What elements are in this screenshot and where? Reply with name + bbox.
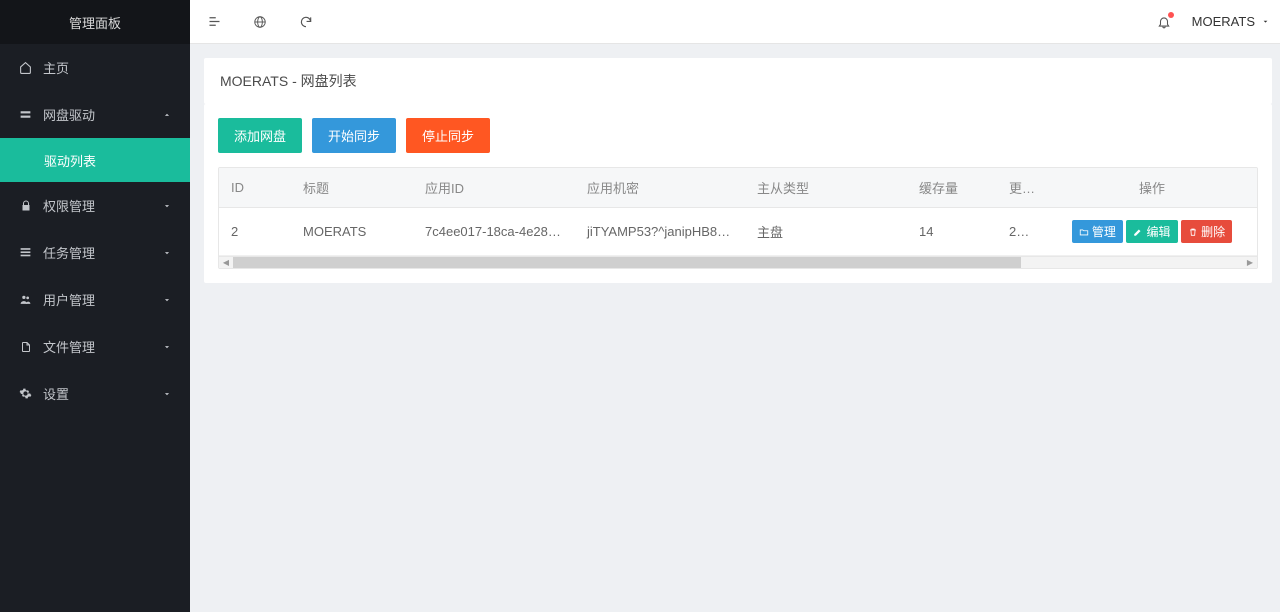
horizontal-scrollbar[interactable]: ◀ ▶: [219, 256, 1257, 268]
sidebar-item-label: 网盘驱动: [43, 105, 95, 124]
sidebar: 管理面板 主页 网盘驱动 驱动列表: [0, 0, 190, 612]
menu-toggle-button[interactable]: [206, 14, 222, 30]
chevron-down-icon: [162, 295, 172, 305]
sidebar-item-label: 设置: [43, 384, 69, 403]
start-sync-button[interactable]: 开始同步: [312, 118, 396, 153]
cell-secret: jiTYAMP53?^janipHB86...: [575, 208, 745, 256]
delete-button[interactable]: 删除: [1181, 220, 1232, 243]
user-menu[interactable]: MOERATS: [1192, 14, 1270, 29]
notifications-button[interactable]: [1156, 14, 1172, 30]
scroll-left-icon[interactable]: ◀: [219, 257, 233, 268]
topbar: MOERATS: [190, 0, 1280, 44]
th-type[interactable]: 主从类型: [745, 168, 907, 208]
sidebar-item-drive[interactable]: 网盘驱动: [0, 91, 190, 138]
sidebar-item-files[interactable]: 文件管理: [0, 323, 190, 370]
th-ops: 操作: [1047, 168, 1257, 208]
gear-icon: [18, 386, 33, 401]
sidebar-item-tasks[interactable]: 任务管理: [0, 229, 190, 276]
users-icon: [18, 292, 33, 307]
sidebar-item-users[interactable]: 用户管理: [0, 276, 190, 323]
th-appid[interactable]: 应用ID: [413, 168, 575, 208]
cell-cache: 14: [907, 208, 997, 256]
sidebar-item-label: 任务管理: [43, 243, 95, 262]
sidebar-item-label: 权限管理: [43, 196, 95, 215]
sidebar-title: 管理面板: [0, 0, 190, 44]
manage-button[interactable]: 管理: [1072, 220, 1123, 243]
scrollbar-thumb[interactable]: [233, 257, 1021, 268]
tasks-icon: [18, 245, 33, 260]
th-title[interactable]: 标题: [291, 168, 413, 208]
sidebar-item-permissions[interactable]: 权限管理: [0, 182, 190, 229]
panel: 添加网盘 开始同步 停止同步 ID 标题 应用ID 应用机密: [204, 104, 1272, 283]
sidebar-item-settings[interactable]: 设置: [0, 370, 190, 417]
add-disk-button[interactable]: 添加网盘: [218, 118, 302, 153]
cell-title: MOERATS: [291, 208, 413, 256]
pencil-icon: [1133, 227, 1143, 237]
sidebar-item-drive-list[interactable]: 驱动列表: [0, 138, 190, 182]
chevron-down-icon: [162, 389, 172, 399]
cell-update: 2019: [997, 208, 1047, 256]
cell-id: 2: [219, 208, 291, 256]
files-icon: [18, 339, 33, 354]
chevron-down-icon: [162, 248, 172, 258]
stop-sync-button[interactable]: 停止同步: [406, 118, 490, 153]
cell-ops: 管理 编辑 删除: [1047, 208, 1257, 256]
chevron-up-icon: [162, 110, 172, 120]
user-name: MOERATS: [1192, 14, 1255, 29]
folder-out-icon: [1079, 227, 1089, 237]
th-update[interactable]: 更新时: [997, 168, 1047, 208]
edit-button[interactable]: 编辑: [1126, 220, 1177, 243]
sidebar-item-label: 驱动列表: [44, 151, 96, 170]
refresh-button[interactable]: [298, 14, 314, 30]
page-title: MOERATS - 网盘列表: [204, 58, 1272, 104]
chevron-down-icon: [162, 201, 172, 211]
lock-icon: [18, 198, 33, 213]
globe-button[interactable]: [252, 14, 268, 30]
table-row: 2 MOERATS 7c4ee017-18ca-4e28-8... jiTYAM…: [219, 208, 1257, 256]
chevron-down-icon: [162, 342, 172, 352]
home-icon: [18, 60, 33, 75]
scroll-right-icon[interactable]: ▶: [1243, 257, 1257, 268]
sidebar-item-label: 用户管理: [43, 290, 95, 309]
trash-icon: [1188, 227, 1198, 237]
drive-table: ID 标题 应用ID 应用机密 主从类型 缓存量 更新时 操作: [218, 167, 1258, 269]
drive-icon: [18, 107, 33, 122]
cell-type: 主盘: [745, 208, 907, 256]
th-cache[interactable]: 缓存量: [907, 168, 997, 208]
notification-dot: [1168, 12, 1174, 18]
sidebar-item-label: 主页: [43, 58, 69, 77]
caret-down-icon: [1261, 17, 1270, 26]
th-secret[interactable]: 应用机密: [575, 168, 745, 208]
sidebar-item-home[interactable]: 主页: [0, 44, 190, 91]
th-id[interactable]: ID: [219, 168, 291, 208]
cell-appid: 7c4ee017-18ca-4e28-8...: [413, 208, 575, 256]
sidebar-item-label: 文件管理: [43, 337, 95, 356]
